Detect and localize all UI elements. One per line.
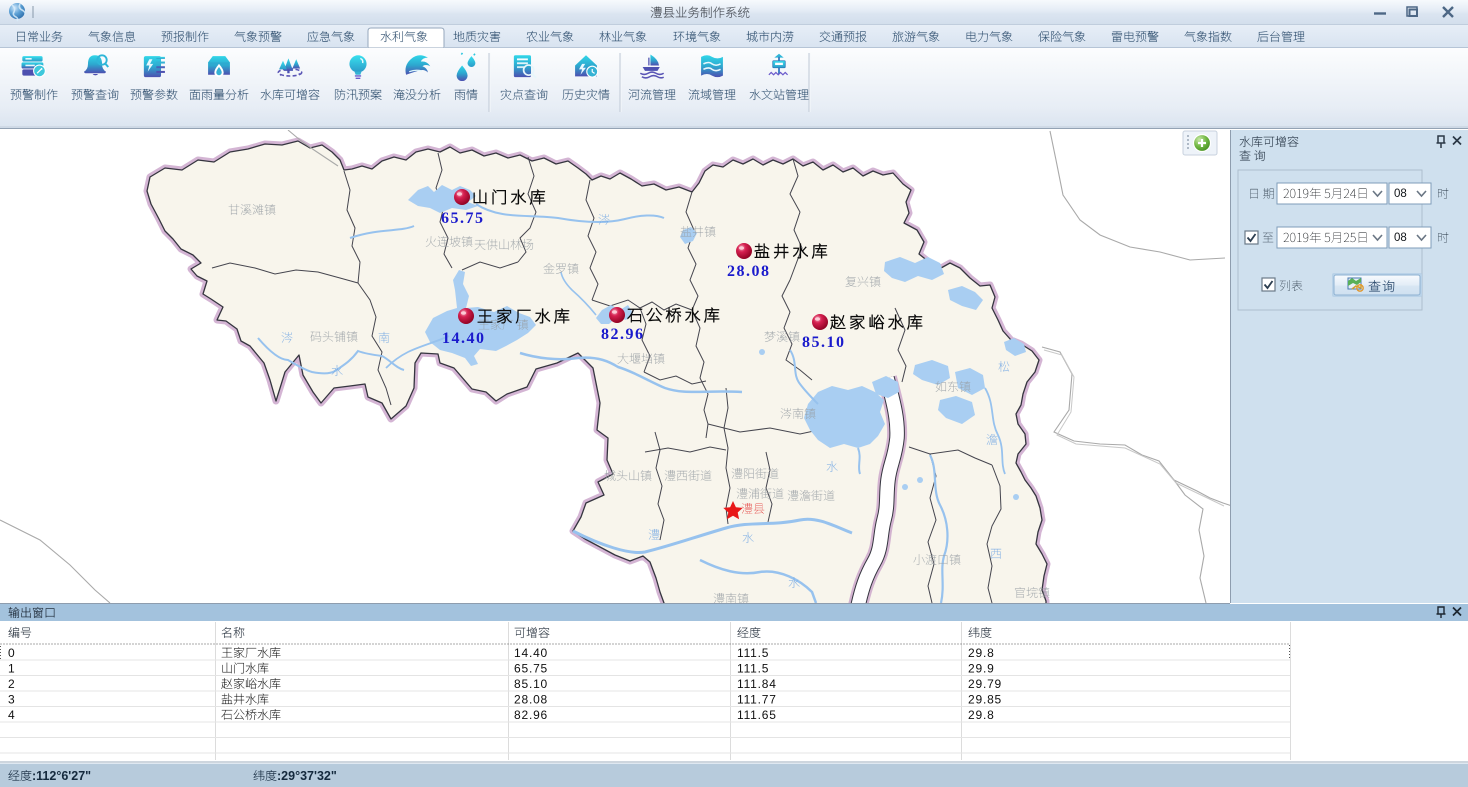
svg-text:111.5: 111.5 <box>737 662 769 676</box>
svg-text:08: 08 <box>1394 188 1407 200</box>
svg-text:29.9: 29.9 <box>968 662 995 676</box>
svg-text:29.85: 29.85 <box>968 693 1002 707</box>
svg-text:0: 0 <box>8 646 15 660</box>
svg-text::112°6'27": :112°6'27" <box>32 769 91 783</box>
svg-text:28.08: 28.08 <box>514 693 548 707</box>
svg-text:111.84: 111.84 <box>737 677 777 691</box>
svg-text:111.77: 111.77 <box>737 693 777 707</box>
svg-text:65.75: 65.75 <box>514 662 548 676</box>
svg-text:3: 3 <box>8 693 15 707</box>
svg-text:29.8: 29.8 <box>968 646 995 660</box>
svg-text:4: 4 <box>8 708 15 722</box>
svg-text:1: 1 <box>8 662 15 676</box>
svg-text:28.08: 28.08 <box>727 263 771 280</box>
svg-text:08: 08 <box>1394 232 1407 244</box>
svg-text::29°37'32": :29°37'32" <box>277 769 337 783</box>
svg-text:65.75: 65.75 <box>441 210 485 227</box>
svg-text:29.79: 29.79 <box>968 677 1002 691</box>
svg-text:14.40: 14.40 <box>514 646 548 660</box>
svg-text:111.5: 111.5 <box>737 646 769 660</box>
svg-text:85.10: 85.10 <box>514 677 548 691</box>
svg-text:111.65: 111.65 <box>737 708 777 722</box>
svg-text:14.40: 14.40 <box>442 330 486 347</box>
svg-text:29.8: 29.8 <box>968 708 995 722</box>
svg-text:2: 2 <box>8 677 15 691</box>
svg-text:85.10: 85.10 <box>802 334 846 351</box>
svg-text:82.96: 82.96 <box>514 708 548 722</box>
svg-text:82.96: 82.96 <box>601 326 645 343</box>
